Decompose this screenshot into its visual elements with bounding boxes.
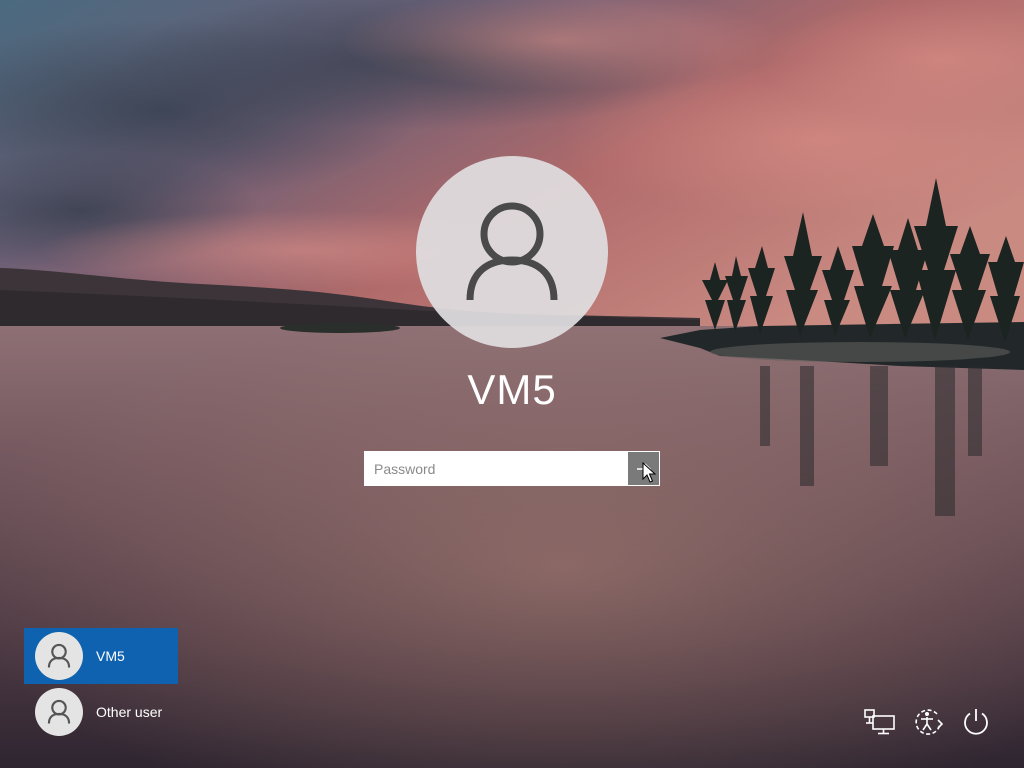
power-button[interactable] — [954, 700, 998, 744]
avatar — [35, 688, 83, 736]
password-input[interactable] — [365, 452, 627, 485]
user-item-label: Other user — [96, 704, 163, 720]
user-item-other-user[interactable]: Other user — [24, 684, 178, 740]
user-icon — [466, 202, 558, 301]
password-field-container — [364, 451, 660, 486]
mouse-cursor-icon — [642, 462, 656, 483]
login-username: VM5 — [467, 366, 557, 413]
user-icon — [47, 699, 71, 724]
user-avatar-large — [416, 156, 608, 348]
user-list: VM5 Other user — [24, 628, 178, 740]
ease-of-access-icon — [915, 709, 944, 735]
lock-screen: VM5 VM5 Other user — [0, 0, 1024, 768]
user-item-label: VM5 — [96, 648, 125, 664]
system-tray — [854, 700, 998, 744]
network-button[interactable] — [858, 700, 902, 744]
user-item-vm5[interactable]: VM5 — [24, 628, 178, 684]
power-icon — [964, 709, 988, 735]
network-icon — [864, 709, 895, 735]
avatar — [35, 632, 83, 680]
ease-of-access-button[interactable] — [906, 700, 950, 744]
user-icon — [47, 643, 71, 668]
